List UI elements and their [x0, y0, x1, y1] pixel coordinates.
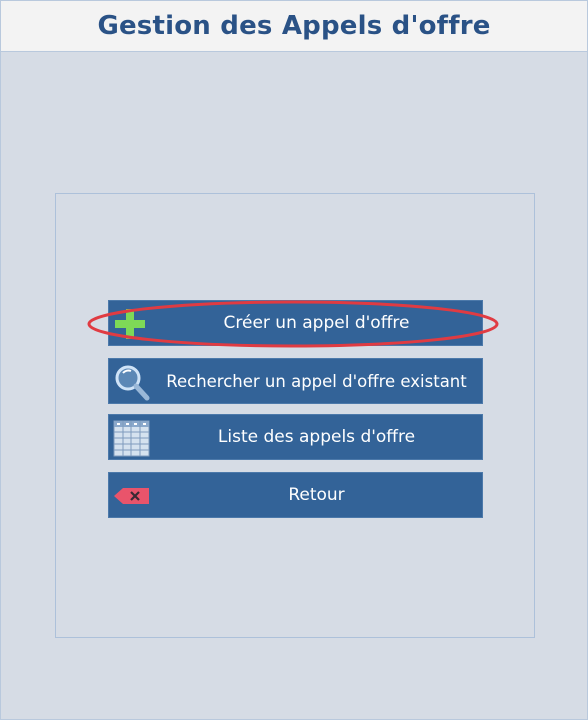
back-button[interactable]: Retour: [108, 472, 483, 518]
search-tender-label: Rechercher un appel d'offre existant: [166, 371, 467, 391]
title-bar: Gestion des Appels d'offre: [1, 1, 587, 52]
search-tender-button[interactable]: Rechercher un appel d'offre existant: [108, 358, 483, 404]
table-icon: [113, 420, 150, 457]
create-tender-button[interactable]: Créer un appel d'offre: [108, 300, 483, 346]
tender-list-label: Liste des appels d'offre: [217, 427, 416, 447]
back-label: Retour: [288, 485, 345, 505]
menu-panel: Créer un appel d'offre Rechercher un app…: [55, 193, 535, 638]
back-delete-icon: [114, 488, 149, 504]
tender-list-button[interactable]: Liste des appels d'offre: [108, 414, 483, 460]
plus-icon: [115, 309, 145, 339]
app-window: Gestion des Appels d'offre Créer un appe…: [0, 0, 588, 720]
search-icon: [115, 365, 150, 401]
create-tender-label: Créer un appel d'offre: [223, 313, 410, 333]
page-title: Gestion des Appels d'offre: [97, 11, 491, 41]
